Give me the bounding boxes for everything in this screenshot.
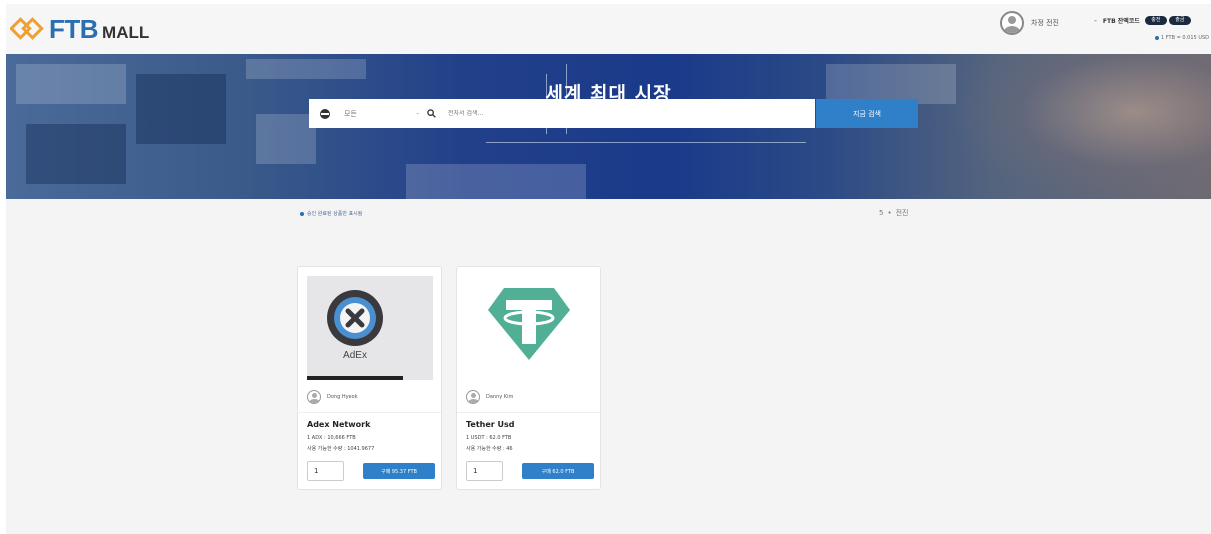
- exchange-rate-text: 1 FTB = 0.015 USD: [1161, 35, 1209, 41]
- logo-suffix: MALL: [102, 23, 150, 42]
- product-name[interactable]: Tether Usd: [466, 420, 514, 429]
- quantity-input[interactable]: [307, 461, 344, 481]
- logo-mark-icon: [10, 17, 44, 40]
- avatar: [466, 390, 480, 404]
- buy-button[interactable]: 구매 95.37 FTB: [363, 463, 435, 479]
- exchange-rate: 1 FTB = 0.015 USD: [1155, 35, 1209, 41]
- dash-icon: -: [1094, 16, 1097, 25]
- product-image: [466, 276, 592, 380]
- adex-logo-text: AdEx: [343, 350, 367, 361]
- withdraw-button[interactable]: 출금: [1168, 16, 1191, 25]
- banner-bg-panel: [26, 124, 126, 184]
- banner-chart-line: [486, 142, 806, 143]
- tether-logo-icon: [488, 288, 570, 360]
- avatar: [307, 390, 321, 404]
- product-name[interactable]: Adex Network: [307, 420, 370, 429]
- rate-dot-icon: [1155, 36, 1159, 40]
- category-value: 모든: [344, 109, 357, 118]
- seller-name: Danny Kim: [486, 394, 514, 400]
- search-button[interactable]: 지금 검색: [816, 99, 918, 128]
- product-available-qty: 사용 가능한 수량 : 46: [466, 446, 513, 452]
- divider: [457, 412, 600, 413]
- page-number[interactable]: 5: [879, 209, 883, 217]
- banner-bg-panel: [246, 59, 366, 79]
- divider: [298, 412, 441, 413]
- search-input[interactable]: [448, 110, 778, 117]
- avatar: [1000, 11, 1024, 35]
- user-menu[interactable]: 차정 전진: [1000, 11, 1059, 35]
- product-price: 1 ADX : 10,666 FTB: [307, 435, 356, 441]
- product-card[interactable]: AdEx Dong Hyeok Adex Network 1 ADX : 10,…: [297, 266, 442, 490]
- page: FTB MALL 차정 전진 - FTB 잔액코드 충전 출금 1 FTB = …: [6, 4, 1211, 534]
- product-card[interactable]: Danny Kim Tether Usd 1 USDT : 62.0 FTB 사…: [456, 266, 601, 490]
- search-bar: 모든 -: [309, 99, 815, 128]
- product-image: AdEx: [307, 276, 433, 380]
- buy-button[interactable]: 구매 62.0 FTB: [522, 463, 594, 479]
- status-line: 승인 완료된 상품만 표시됨: [300, 210, 362, 217]
- seller-info: Dong Hyeok: [307, 390, 358, 404]
- search-icon: [427, 109, 436, 118]
- globe-icon: [320, 108, 330, 119]
- dropdown-dash-icon: -: [416, 109, 419, 118]
- logo-text: FTB: [49, 14, 99, 44]
- top-header: FTB MALL 차정 전진 - FTB 잔액코드 충전 출금 1 FTB = …: [6, 4, 1211, 54]
- banner-bg-panel: [406, 164, 586, 199]
- quantity-input[interactable]: [466, 461, 503, 481]
- charge-button[interactable]: 충전: [1144, 16, 1167, 25]
- wallet-area: - FTB 잔액코드 충전 출금: [1094, 16, 1191, 25]
- status-text: 승인 완료된 상품만 표시됨: [307, 211, 363, 217]
- seller-name: Dong Hyeok: [327, 394, 358, 400]
- page-label[interactable]: 전진: [896, 208, 909, 218]
- product-available-qty: 사용 가능한 수량 : 1041.9677: [307, 446, 375, 452]
- seller-info: Danny Kim: [466, 390, 513, 404]
- site-logo[interactable]: FTB MALL: [10, 16, 149, 42]
- page-separator: •: [887, 209, 892, 217]
- product-price: 1 USDT : 62.0 FTB: [466, 435, 512, 441]
- user-name: 차정 전진: [1031, 19, 1059, 27]
- adex-logo-icon: AdEx: [307, 276, 433, 380]
- pagination: 5 • 전진: [879, 208, 909, 218]
- category-select[interactable]: 모든 -: [344, 109, 419, 119]
- status-dot-icon: [300, 211, 304, 216]
- wallet-label: FTB 잔액코드: [1102, 18, 1140, 25]
